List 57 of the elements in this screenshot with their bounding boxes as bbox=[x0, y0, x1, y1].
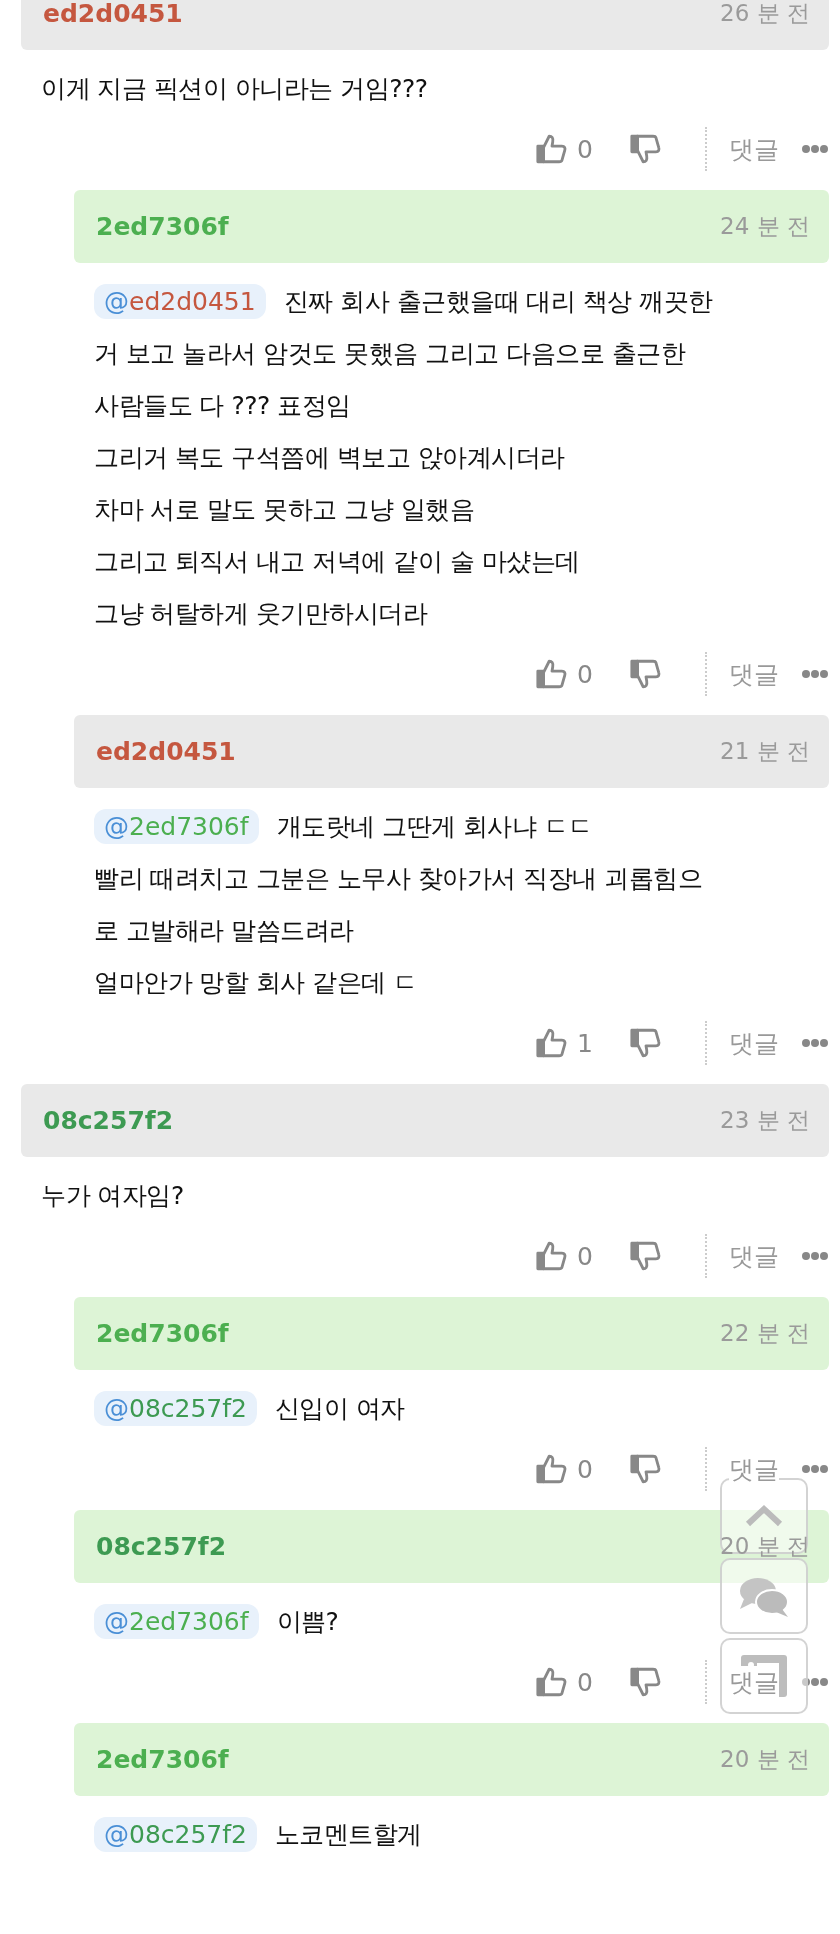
comment-text: 신입이 여자 bbox=[275, 1392, 405, 1425]
thumbs-down-icon[interactable] bbox=[629, 132, 663, 166]
like-count: 0 bbox=[577, 1454, 593, 1484]
comment-text: 그리고 퇴직서 내고 저녁에 같이 술 마샸는데 bbox=[94, 545, 580, 578]
thumbs-down-icon[interactable] bbox=[629, 1452, 663, 1486]
username[interactable]: 2ed7306f bbox=[96, 1319, 229, 1348]
username[interactable]: ed2d0451 bbox=[96, 737, 236, 766]
comment-text: 로 고발해라 말씀드려라 bbox=[94, 914, 354, 947]
username[interactable]: 2ed7306f bbox=[96, 1745, 229, 1774]
more-icon[interactable] bbox=[801, 1038, 829, 1048]
timestamp: 23 분 전 bbox=[720, 1106, 810, 1135]
comment-text: 거 보고 놀라서 암것도 못했음 그리고 다음으로 출근한 bbox=[94, 337, 686, 370]
more-icon[interactable] bbox=[801, 144, 829, 154]
comment-text: 누가 여자임? bbox=[41, 1179, 184, 1212]
thumbs-down-icon[interactable] bbox=[629, 1026, 663, 1060]
comment-text: 그냥 허탈하게 웃기만하시더라 bbox=[94, 597, 428, 630]
username[interactable]: 2ed7306f bbox=[96, 212, 229, 241]
more-icon[interactable] bbox=[801, 1677, 829, 1687]
mention-tag[interactable]: @08c257f2 bbox=[94, 1816, 257, 1852]
reply-link[interactable]: 댓글 bbox=[729, 1665, 779, 1699]
like-count: 1 bbox=[577, 1028, 593, 1058]
thumbs-down-icon[interactable] bbox=[629, 657, 663, 691]
username[interactable]: 08c257f2 bbox=[43, 1106, 174, 1135]
like-count: 0 bbox=[577, 134, 593, 164]
comment-text: 차마 서로 말도 못하고 그냥 일했음 bbox=[94, 493, 475, 526]
timestamp: 22 분 전 bbox=[720, 1319, 810, 1348]
comment-text: 노코멘트할게 bbox=[275, 1818, 422, 1851]
comment-text: 얼마안가 망할 회사 같은데 ㄷ bbox=[94, 966, 418, 999]
timestamp: 20 분 전 bbox=[720, 1532, 810, 1561]
timestamp: 26 분 전 bbox=[720, 0, 810, 28]
comment-text: 그리거 복도 구석쯤에 벽보고 앉아계시더라 bbox=[94, 441, 565, 474]
comment-text: 진짜 회사 출근했을때 대리 책상 깨끗한 bbox=[283, 285, 713, 318]
comments-button[interactable] bbox=[720, 1558, 808, 1634]
timestamp: 24 분 전 bbox=[720, 212, 810, 241]
mention-tag[interactable]: @ed2d0451 bbox=[94, 283, 266, 319]
username[interactable]: ed2d0451 bbox=[43, 0, 183, 28]
thumbs-down-icon[interactable] bbox=[629, 1239, 663, 1273]
timestamp: 21 분 전 bbox=[720, 737, 810, 766]
like-count: 0 bbox=[577, 659, 593, 689]
more-icon[interactable] bbox=[801, 669, 829, 679]
mention-tag[interactable]: @08c257f2 bbox=[94, 1390, 257, 1426]
comment-text: 빨리 때려치고 그분은 노무사 찾아가서 직장내 괴롭힘으 bbox=[94, 862, 703, 895]
more-icon[interactable] bbox=[801, 1464, 829, 1474]
mention-tag[interactable]: @2ed7306f bbox=[94, 808, 259, 844]
comment-text: 이게 지금 픽션이 아니라는 거임??? bbox=[41, 72, 428, 105]
thumbs-down-icon[interactable] bbox=[629, 1665, 663, 1699]
chevron-up-icon bbox=[744, 1504, 784, 1528]
comment-text: 사람들도 다 ??? 표정임 bbox=[94, 389, 351, 422]
timestamp: 20 분 전 bbox=[720, 1745, 810, 1774]
comment-text: 이쁨? bbox=[276, 1605, 339, 1638]
comment-text: 개도랏네 그딴게 회사냐 ㄷㄷ bbox=[276, 810, 593, 843]
list-button[interactable] bbox=[720, 1638, 808, 1714]
mention-tag[interactable]: @2ed7306f bbox=[94, 1603, 259, 1639]
username[interactable]: 08c257f2 bbox=[96, 1532, 227, 1561]
more-icon[interactable] bbox=[801, 1251, 829, 1261]
like-count: 0 bbox=[577, 1241, 593, 1271]
like-count: 0 bbox=[577, 1667, 593, 1697]
